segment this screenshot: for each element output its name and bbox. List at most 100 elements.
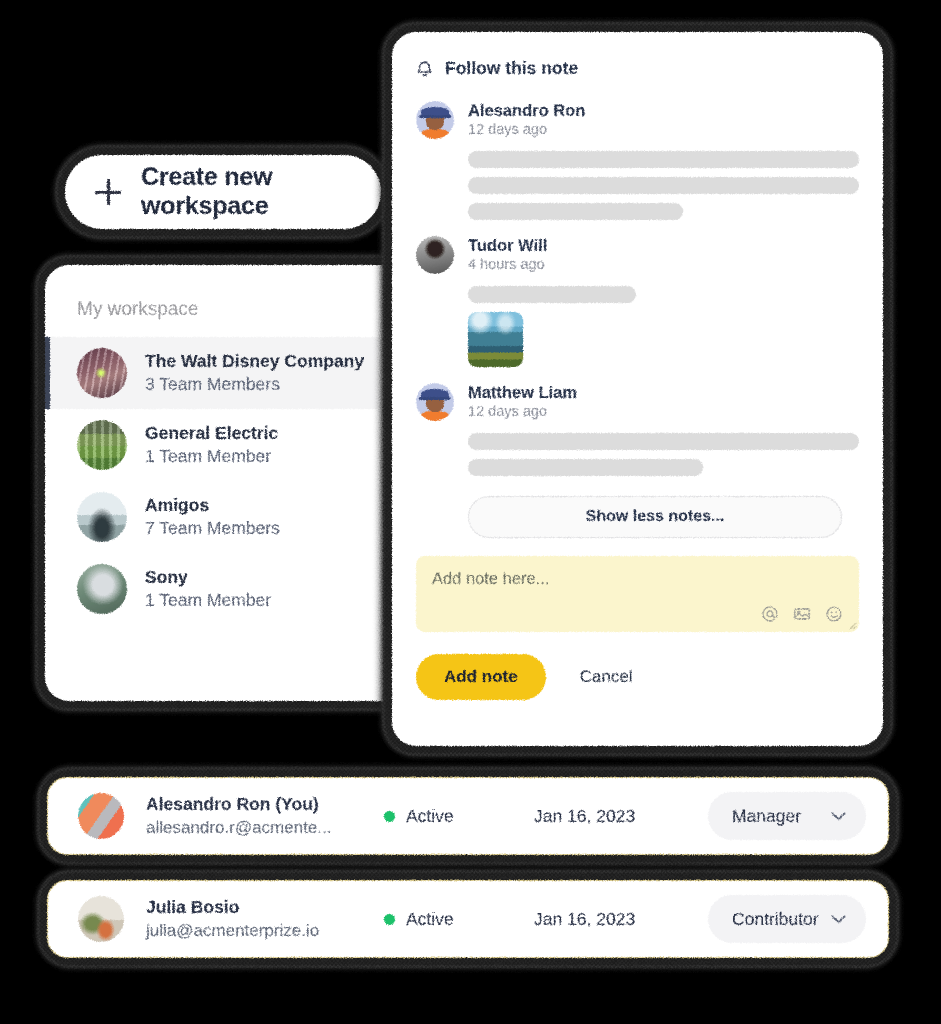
- member-identity: Alesandro Ron (You) allesandro.r@acmente.…: [146, 794, 384, 838]
- note-author-name: Matthew Liam: [468, 384, 578, 402]
- member-name: Julia Bosio: [146, 897, 240, 917]
- workspace-avatar: [77, 492, 127, 542]
- workspace-item-the-walt-disney-company[interactable]: The Walt Disney Company 3 Team Members: [45, 337, 443, 409]
- workspace-item-name: Amigos: [145, 495, 210, 515]
- workspace-item-name: The Walt Disney Company: [145, 351, 365, 371]
- status-label: Active: [406, 908, 454, 929]
- note-header: Matthew Liam 12 days ago: [416, 383, 859, 421]
- workspace-item-text: Sony 1 Team Member: [145, 567, 271, 611]
- note-item: Alesandro Ron 12 days ago: [416, 101, 859, 220]
- status-badge: Active: [384, 806, 534, 827]
- note-body: [416, 151, 859, 220]
- workspace-item-amigos[interactable]: Amigos 7 Team Members: [45, 481, 443, 553]
- note-item: Matthew Liam 12 days ago: [416, 383, 859, 476]
- workspace-avatar: [77, 348, 127, 398]
- avatar-image: [77, 420, 127, 470]
- workspace-item-text: Amigos 7 Team Members: [145, 495, 280, 539]
- member-avatar: [78, 896, 124, 942]
- note-actions: Add note Cancel: [416, 654, 859, 700]
- member-email: allesandro.r@acmente...: [146, 818, 332, 837]
- mention-icon[interactable]: [761, 605, 779, 623]
- avatar-image: [416, 236, 454, 274]
- note-author-avatar: [416, 236, 454, 274]
- workspace-item-member-count: 7 Team Members: [145, 518, 280, 538]
- add-note-input[interactable]: Add note here...: [416, 556, 859, 632]
- member-row-card: Alesandro Ron (You) allesandro.r@acmente.…: [47, 777, 889, 855]
- note-attachment-image[interactable]: [468, 312, 523, 367]
- member-email: julia@acmenterprize.io: [146, 921, 320, 940]
- avatar-image: [78, 793, 124, 839]
- avatar-illustration: [416, 101, 454, 139]
- note-author-meta: Tudor Will 4 hours ago: [468, 237, 547, 273]
- workspace-item-text: The Walt Disney Company 3 Team Members: [145, 351, 364, 395]
- show-less-notes-button[interactable]: Show less notes...: [468, 496, 842, 538]
- avatar-image: [77, 564, 127, 614]
- note-text-placeholder: [468, 151, 859, 168]
- note-text-placeholder: [468, 203, 684, 220]
- notes-panel: Follow this note Alesandro Ron 12 days ag…: [382, 22, 893, 756]
- workspace-item-text: General Electric 1 Team Member: [145, 423, 278, 467]
- workspace-item-member-count: 3 Team Members: [145, 374, 280, 394]
- member-join-date: Jan 16, 2023: [534, 908, 636, 929]
- workspace-avatar: [77, 420, 127, 470]
- add-note-button[interactable]: Add note: [416, 654, 546, 700]
- status-badge: Active: [384, 909, 534, 930]
- create-new-workspace-label: Create new workspace: [141, 163, 273, 220]
- note-timestamp: 12 days ago: [468, 122, 548, 138]
- workspace-item-member-count: 1 Team Member: [145, 590, 272, 610]
- workspace-item-sony[interactable]: Sony 1 Team Member: [45, 553, 443, 625]
- notes-list: Alesandro Ron 12 days ago Tudor Will 4 hour…: [416, 101, 859, 492]
- avatar-illustration: [416, 383, 454, 421]
- note-header: Tudor Will 4 hours ago: [416, 236, 859, 274]
- workspace-item-name: Sony: [145, 567, 188, 587]
- member-identity: Julia Bosio julia@acmenterprize.io: [146, 897, 384, 941]
- member-name: Alesandro Ron (You): [146, 794, 319, 814]
- avatar-image: [78, 896, 124, 942]
- follow-this-note-button[interactable]: Follow this note: [416, 58, 859, 79]
- chevron-down-icon: [831, 914, 846, 924]
- status-dot-icon: [384, 810, 395, 822]
- create-new-workspace-button[interactable]: Create new workspace: [55, 145, 391, 239]
- avatar-image: [77, 348, 127, 398]
- workspace-panel-header: My workspace: [77, 299, 199, 320]
- add-note-placeholder: Add note here...: [432, 570, 550, 588]
- member-join-date: Jan 16, 2023: [534, 805, 636, 826]
- note-text-placeholder: [468, 286, 637, 303]
- workspace-avatar: [77, 564, 127, 614]
- note-item: Tudor Will 4 hours ago: [416, 236, 859, 367]
- follow-this-note-label: Follow this note: [445, 58, 579, 78]
- workspace-list: The Walt Disney Company 3 Team Members Gen…: [45, 337, 443, 625]
- note-author-meta: Alesandro Ron 12 days ago: [468, 102, 585, 138]
- role-dropdown[interactable]: Contributor: [708, 895, 866, 943]
- note-header: Alesandro Ron 12 days ago: [416, 101, 859, 139]
- cancel-button[interactable]: Cancel: [580, 667, 633, 687]
- bell-icon: [416, 60, 433, 78]
- status-label: Active: [406, 805, 454, 826]
- note-toolbar: [761, 605, 843, 623]
- emoji-icon[interactable]: [825, 605, 843, 623]
- app-root: Create new workspace My workspace The Wa…: [0, 0, 941, 1024]
- member-row: Alesandro Ron (You) allesandro.r@acmente.…: [37, 767, 899, 865]
- note-timestamp: 12 days ago: [468, 404, 548, 420]
- note-author-meta: Matthew Liam 12 days ago: [468, 384, 577, 420]
- plus-icon: [95, 179, 121, 205]
- note-text-placeholder: [468, 177, 859, 194]
- role-label: Contributor: [732, 908, 819, 929]
- note-text-placeholder: [468, 459, 703, 476]
- resize-handle[interactable]: [847, 620, 857, 630]
- member-row-card: Julia Bosio julia@acmenterprize.io Active J…: [47, 880, 889, 958]
- note-body: [416, 433, 859, 476]
- note-author-name: Tudor Will: [468, 237, 548, 255]
- chevron-down-icon: [831, 811, 846, 821]
- workspace-item-general-electric[interactable]: General Electric 1 Team Member: [45, 409, 443, 481]
- role-dropdown[interactable]: Manager: [708, 792, 866, 840]
- note-author-avatar: [416, 383, 454, 421]
- avatar-image: [77, 492, 127, 542]
- member-row: Julia Bosio julia@acmenterprize.io Active J…: [37, 870, 899, 968]
- image-icon[interactable]: [793, 605, 811, 623]
- note-text-placeholder: [468, 433, 859, 450]
- note-author-avatar: [416, 101, 454, 139]
- workspace-item-name: General Electric: [145, 423, 279, 443]
- role-label: Manager: [732, 805, 802, 826]
- member-avatar: [78, 793, 124, 839]
